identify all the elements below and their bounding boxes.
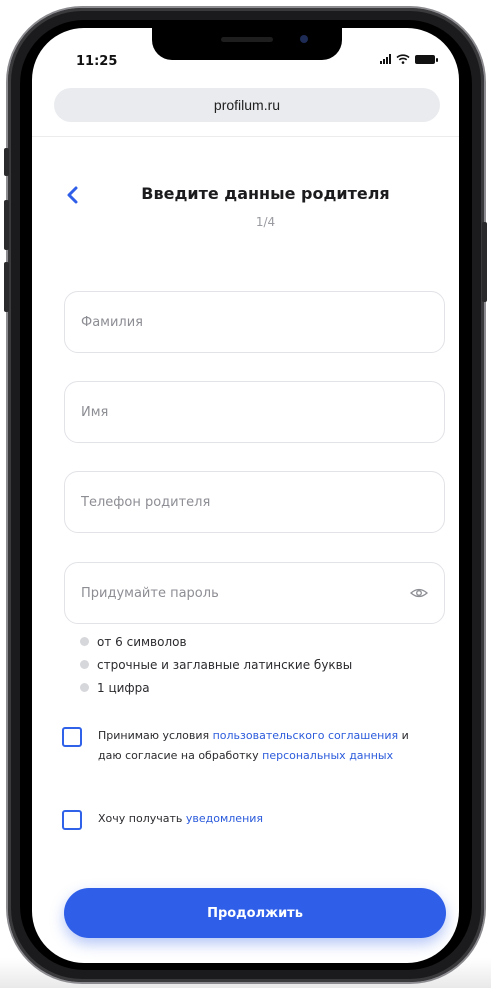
phone-screen: 11:25 profilum.ru Введите данные родител… [32,28,459,963]
password-input[interactable] [81,585,410,601]
user-agreement-link[interactable]: пользовательского соглашения [213,729,398,742]
name-input[interactable] [81,404,428,420]
agreement-row: Принимаю условия пользовательского согла… [62,726,422,766]
battery-icon [415,54,438,64]
address-bar[interactable]: profilum.ru [54,88,440,122]
notifications-text: Хочу получать уведомления [98,809,263,829]
mute-switch [4,148,9,176]
url-text: profilum.ru [213,97,281,113]
browser-divider [32,136,459,137]
front-camera [300,35,308,43]
status-icons [380,54,438,64]
phone-field[interactable] [64,471,445,533]
agreement-checkbox[interactable] [62,727,82,747]
personal-data-link[interactable]: персональных данных [262,749,393,762]
password-field[interactable] [64,562,445,624]
name-field[interactable] [64,381,445,443]
speaker [221,37,273,42]
notifications-text-1: Хочу получать [98,812,186,825]
signal-icon [380,54,391,64]
agreement-text-1: Принимаю условия [98,729,213,742]
wifi-icon [396,54,410,64]
hint-dot-icon [80,660,89,669]
hint-text: 1 цифра [97,680,150,695]
back-chevron-icon[interactable] [64,183,82,207]
step-indicator: 1/4 [255,215,276,229]
page-title: Введите данные родителя [141,184,390,203]
agreement-text: Принимаю условия пользовательского согла… [98,726,422,766]
volume-up-button [4,200,9,250]
notifications-checkbox[interactable] [62,810,82,830]
hint-dot-icon [80,683,89,692]
notifications-link[interactable]: уведомления [186,812,263,825]
hint-text: строчные и заглавные латинские буквы [97,657,353,672]
phone-input[interactable] [81,494,428,510]
hint-item: от 6 символов [80,630,352,653]
notifications-row: Хочу получать уведомления [62,809,422,830]
surname-field[interactable] [64,291,445,353]
power-button [482,222,487,302]
volume-down-button [4,262,9,312]
password-hints: от 6 символов строчные и заглавные латин… [80,630,352,699]
continue-button[interactable]: Продолжить [64,888,446,938]
hint-dot-icon [80,637,89,646]
surname-input[interactable] [81,314,428,330]
hint-item: строчные и заглавные латинские буквы [80,653,352,676]
hint-text: от 6 символов [97,634,187,649]
eye-icon[interactable] [410,587,428,599]
notch [152,28,342,60]
hint-item: 1 цифра [80,676,352,699]
status-time: 11:25 [76,54,118,69]
